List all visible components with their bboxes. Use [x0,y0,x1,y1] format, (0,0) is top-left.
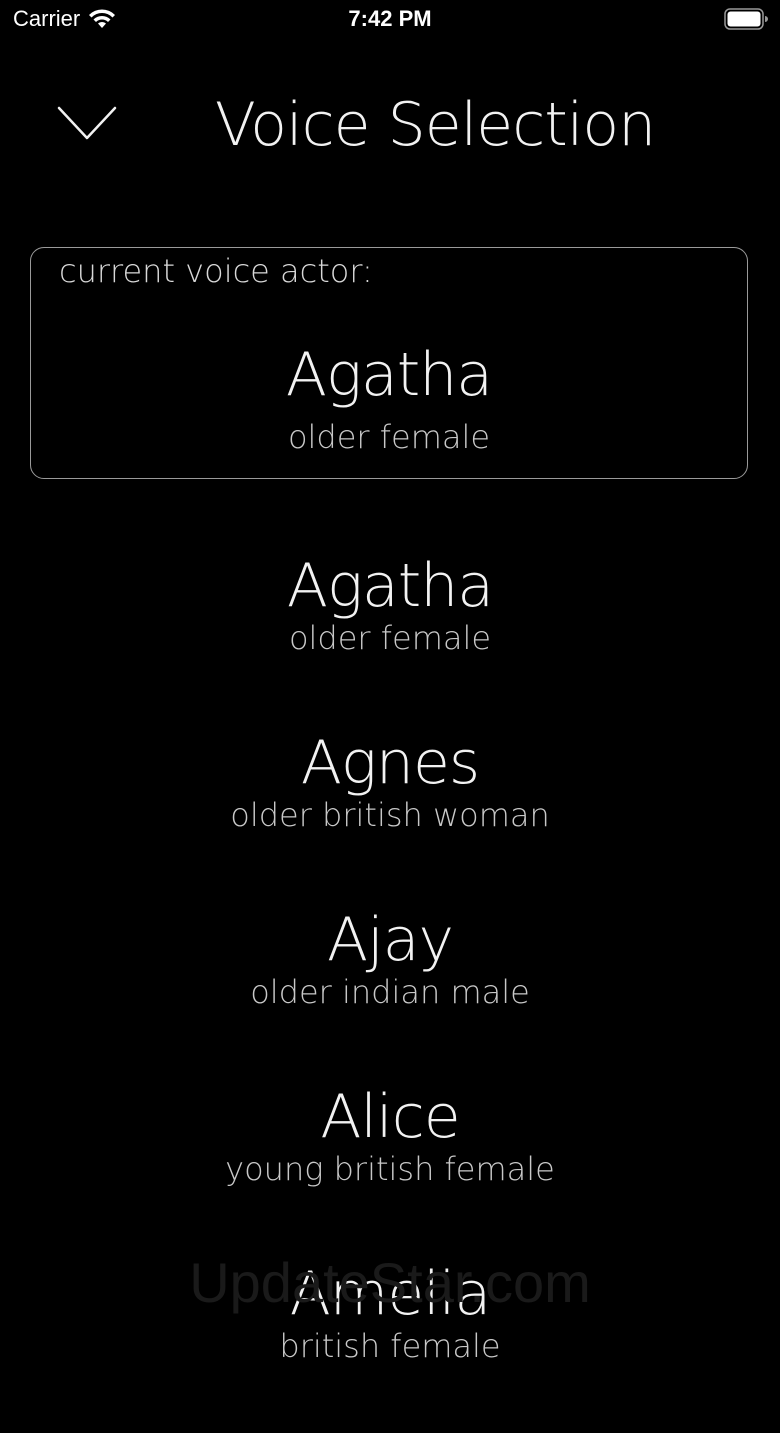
voice-description: british female [279,1327,501,1365]
voice-list: Agatha older female Agnes older british … [0,548,780,1433]
header: Voice Selection [0,80,780,180]
voice-item-agnes[interactable]: Agnes older british woman [0,725,780,902]
voice-item-ajay[interactable]: Ajay older indian male [0,902,780,1079]
voice-description: older female [288,619,492,657]
voice-name: Agatha [286,551,494,621]
current-voice-name: Agatha [285,340,493,410]
voice-description: young british female [225,1150,555,1188]
battery-icon [724,8,768,30]
page-title: Voice Selection [214,90,656,160]
status-bar: Carrier 7:42 PM [0,0,780,40]
voice-item-alice[interactable]: Alice young british female [0,1079,780,1256]
voice-item-amelia[interactable]: Amelia british female [0,1256,780,1433]
current-voice-card: current voice actor: Agatha older female [30,247,748,479]
voice-name: Amelia [289,1259,492,1329]
voice-description: older indian male [250,973,530,1011]
voice-item-agatha[interactable]: Agatha older female [0,548,780,725]
voice-name: Alice [320,1082,460,1152]
voice-name: Ajay [327,905,454,975]
current-voice-description: older female [287,418,491,456]
voice-description: older british woman [230,796,550,834]
status-time: 7:42 PM [348,6,432,31]
voice-name: Agnes [300,728,480,798]
current-voice-label: current voice actor: [59,252,373,290]
chevron-down-icon[interactable] [56,104,118,148]
